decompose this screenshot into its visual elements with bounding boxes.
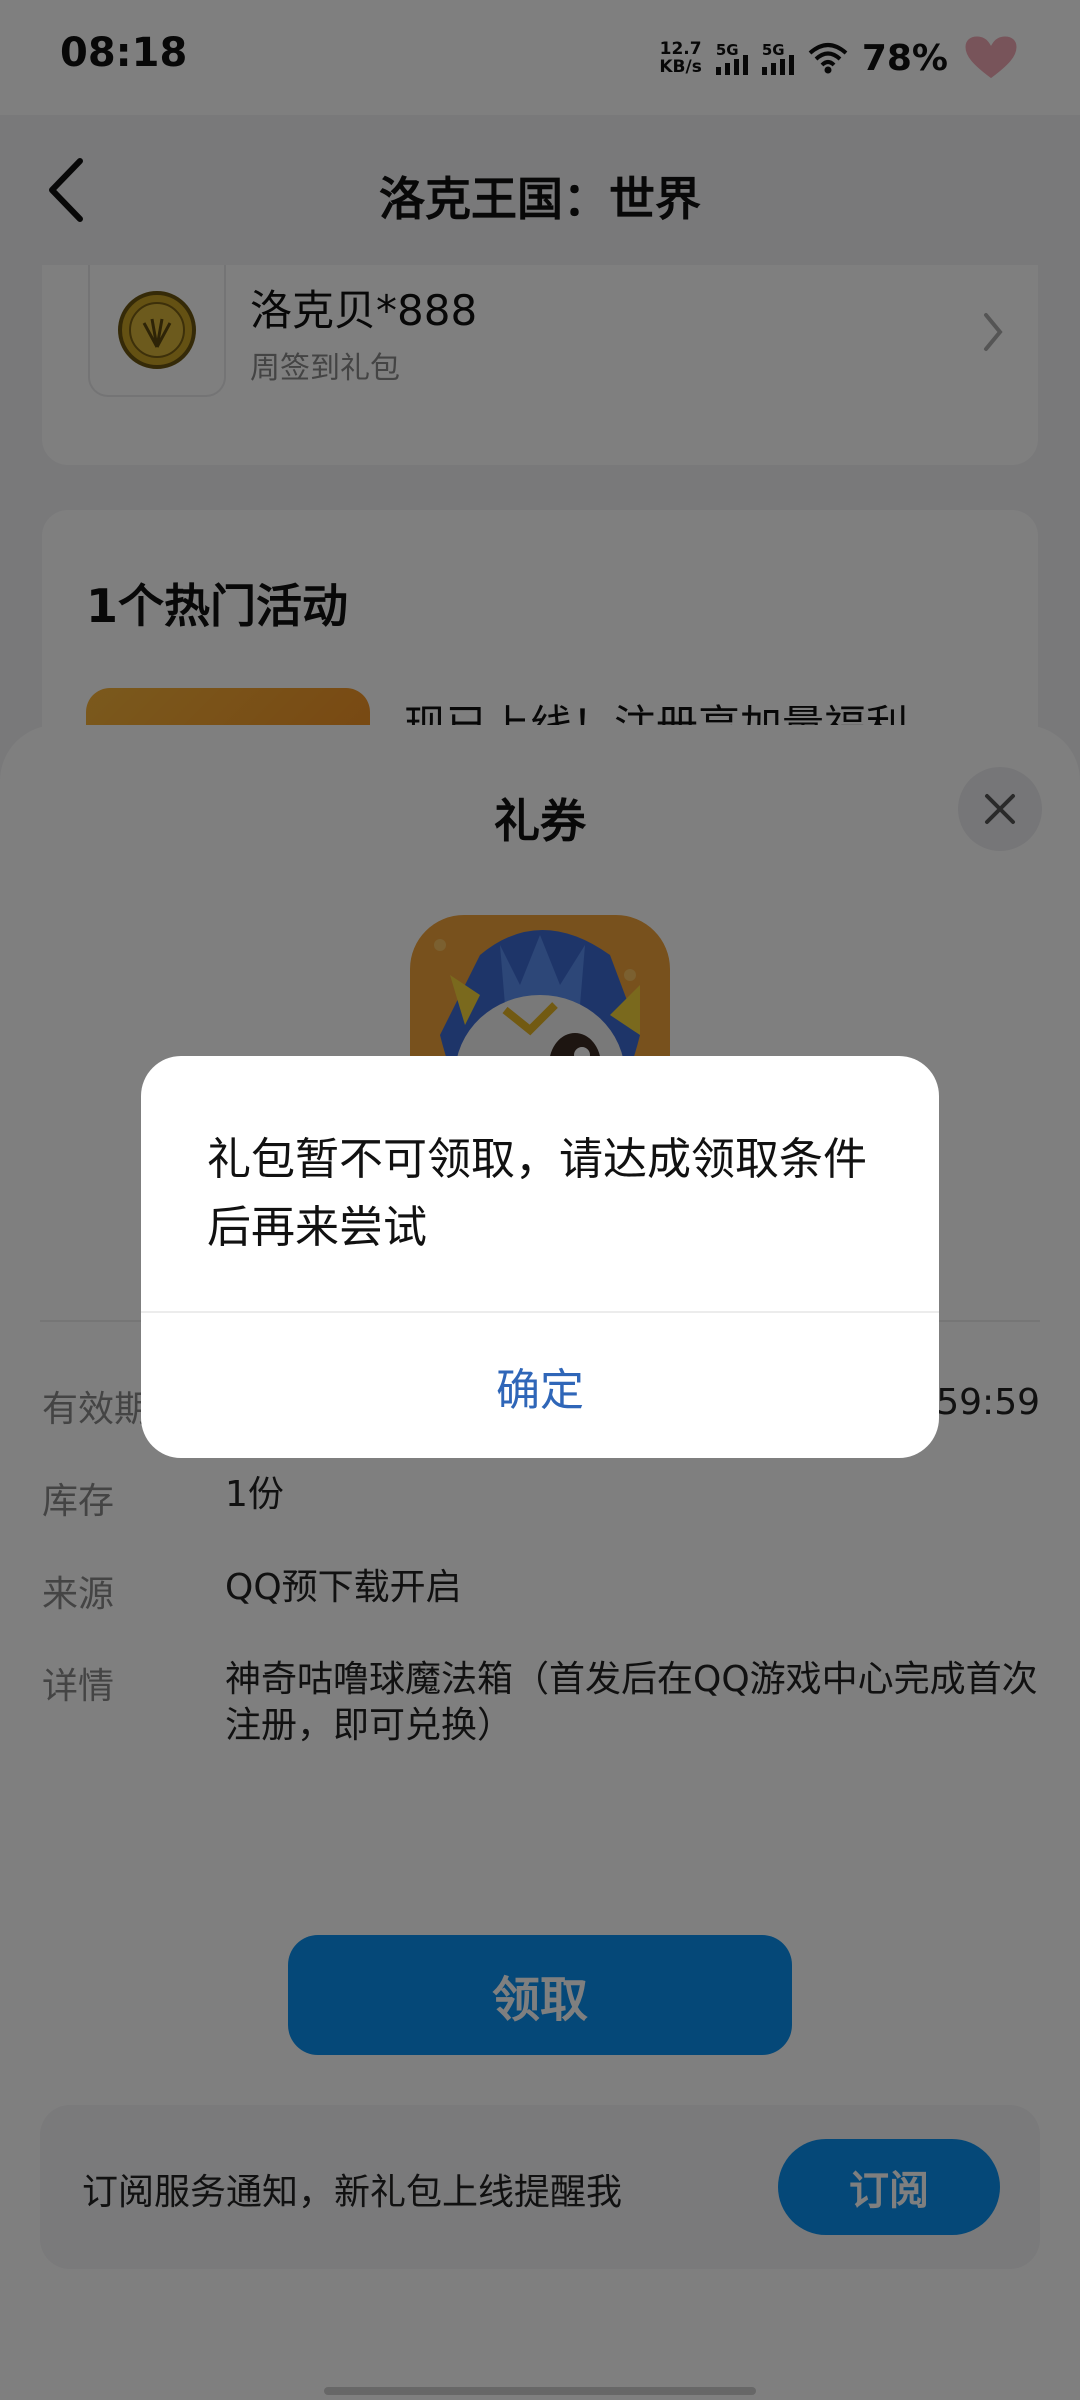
confirm-button[interactable]: 确定 <box>141 1313 939 1458</box>
alert-dialog: 礼包暂不可领取，请达成领取条件后再来尝试 确定 <box>141 1056 939 1458</box>
dialog-message: 礼包暂不可领取，请达成领取条件后再来尝试 <box>207 1134 867 1253</box>
